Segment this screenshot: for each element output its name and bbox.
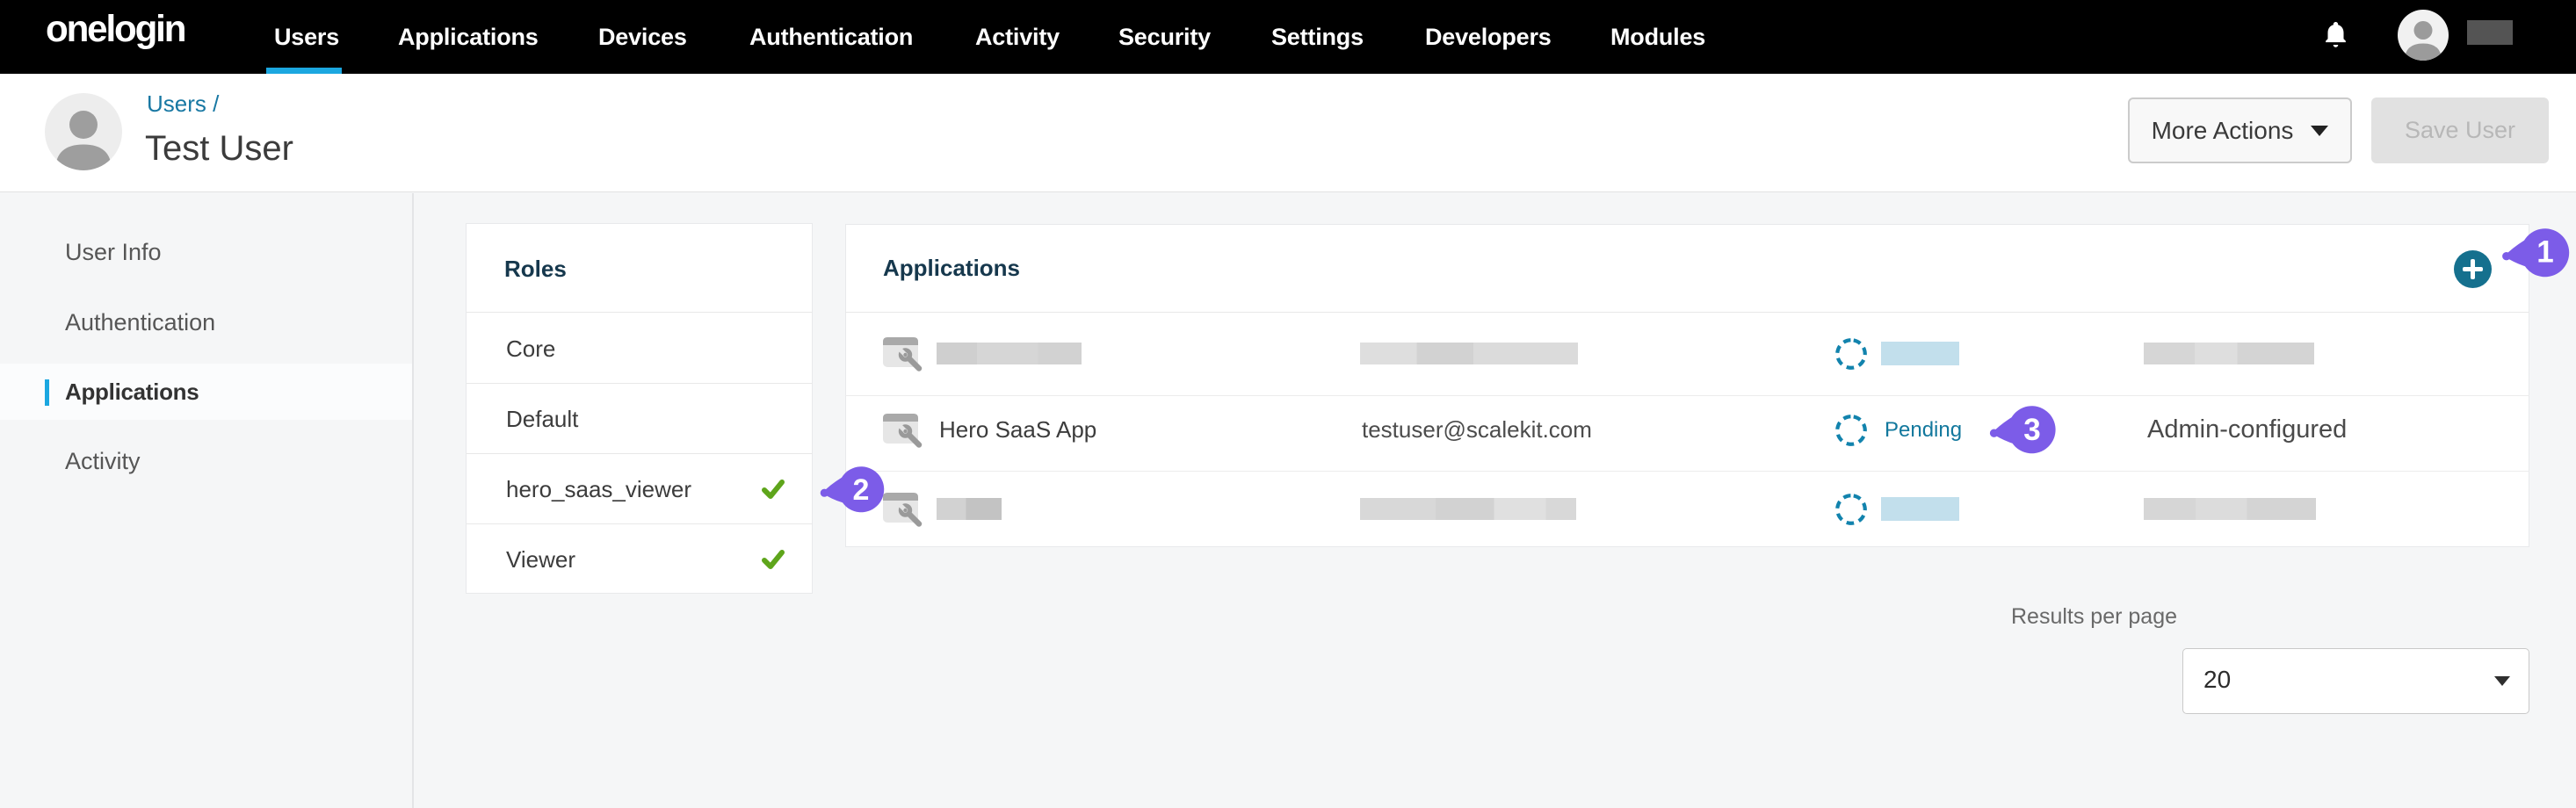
svg-text:2: 2	[853, 473, 870, 507]
svg-text:3: 3	[2023, 413, 2040, 447]
svg-text:1: 1	[2536, 235, 2553, 270]
